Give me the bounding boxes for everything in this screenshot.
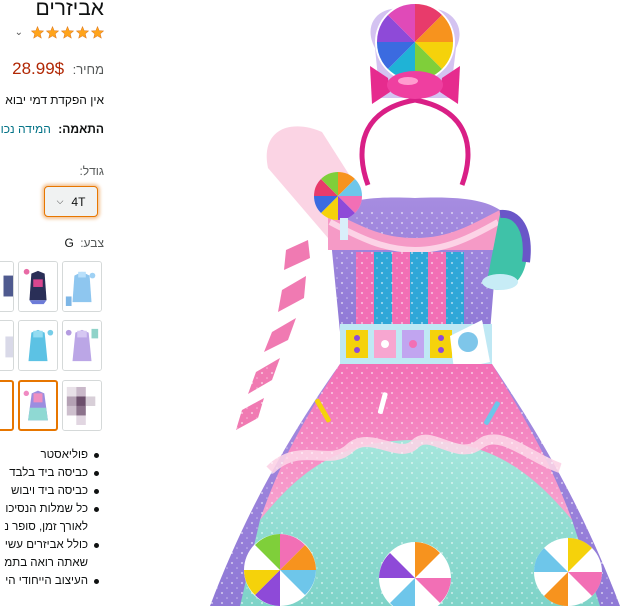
- product-details-panel: אביזרים ⌄ מחיר: 28.99$ אין הפקדת דמי יבו…: [0, 0, 110, 606]
- star-icon: [76, 26, 89, 39]
- color-selected-value: G: [64, 236, 74, 250]
- color-label-row: צבע: G: [65, 236, 104, 250]
- import-fees-note: אין הפקדת דמי יבוא: [5, 93, 104, 107]
- bullet-item-continuation: לאורך זמן, סופר נ: [4, 521, 88, 533]
- bullet-item: כביסה ביד ויבוש: [0, 482, 104, 500]
- price-value: 28.99$: [12, 59, 65, 78]
- star-icon: [31, 26, 44, 39]
- skirt-lollipop-right: [534, 538, 602, 606]
- color-swatch-partial-3[interactable]: [0, 380, 14, 431]
- bullet-item: פוליאסטר: [0, 446, 104, 464]
- color-swatch-lavender-dress[interactable]: [62, 320, 102, 371]
- product-title: אביזרים: [35, 0, 105, 20]
- skirt-lollipop-left: [244, 534, 316, 606]
- price-label: מחיר:: [72, 62, 104, 77]
- color-swatch-aqua-dress[interactable]: [18, 320, 58, 371]
- chevron-down-icon[interactable]: ⌄: [15, 27, 23, 38]
- dress-bodice: [328, 197, 531, 332]
- size-fit-row: התאמה: המידה נכונ: [0, 122, 104, 136]
- color-swatch-candy-dress-selected[interactable]: [18, 380, 58, 431]
- rating-stars[interactable]: ⌄: [15, 26, 104, 39]
- product-main-image[interactable]: [200, 0, 630, 606]
- bullet-item-continuation: שאתה רואה בתמ: [4, 557, 88, 569]
- size-selected-value: 4T: [71, 194, 86, 209]
- chevron-down-icon: ⌵: [56, 196, 64, 206]
- dress-waistband: [340, 320, 492, 370]
- size-label: גודל:: [79, 164, 104, 178]
- fit-label: התאמה:: [58, 122, 104, 136]
- feature-bullets: פוליאסטר כביסה ביד בלבד כביסה ביד ויבוש …: [0, 446, 104, 590]
- size-dropdown[interactable]: ⌵ 4T: [44, 186, 98, 217]
- bullet-item: כל שמלות הנסיכו: [0, 500, 104, 518]
- color-swatch-blue-dress-set[interactable]: [62, 261, 102, 312]
- bullet-item: העיצוב הייחודי הי: [0, 572, 104, 590]
- price-row: מחיר: 28.99$: [12, 59, 104, 79]
- star-icon: [46, 26, 59, 39]
- fit-link[interactable]: המידה נכונ: [0, 122, 51, 136]
- star-icon: [61, 26, 74, 39]
- bullet-item: כולל אביזרים עשי: [0, 536, 104, 554]
- color-swatch-dark-dress[interactable]: [18, 261, 58, 312]
- headband-illustration: [359, 2, 471, 186]
- star-icon: [91, 26, 104, 39]
- color-swatch-partial[interactable]: [0, 261, 14, 312]
- bullet-item: כביסה ביד בלבד: [0, 464, 104, 482]
- color-label: צבע:: [80, 236, 104, 250]
- color-swatch-partial-2[interactable]: [0, 320, 14, 371]
- color-swatch-blurred[interactable]: [62, 380, 102, 431]
